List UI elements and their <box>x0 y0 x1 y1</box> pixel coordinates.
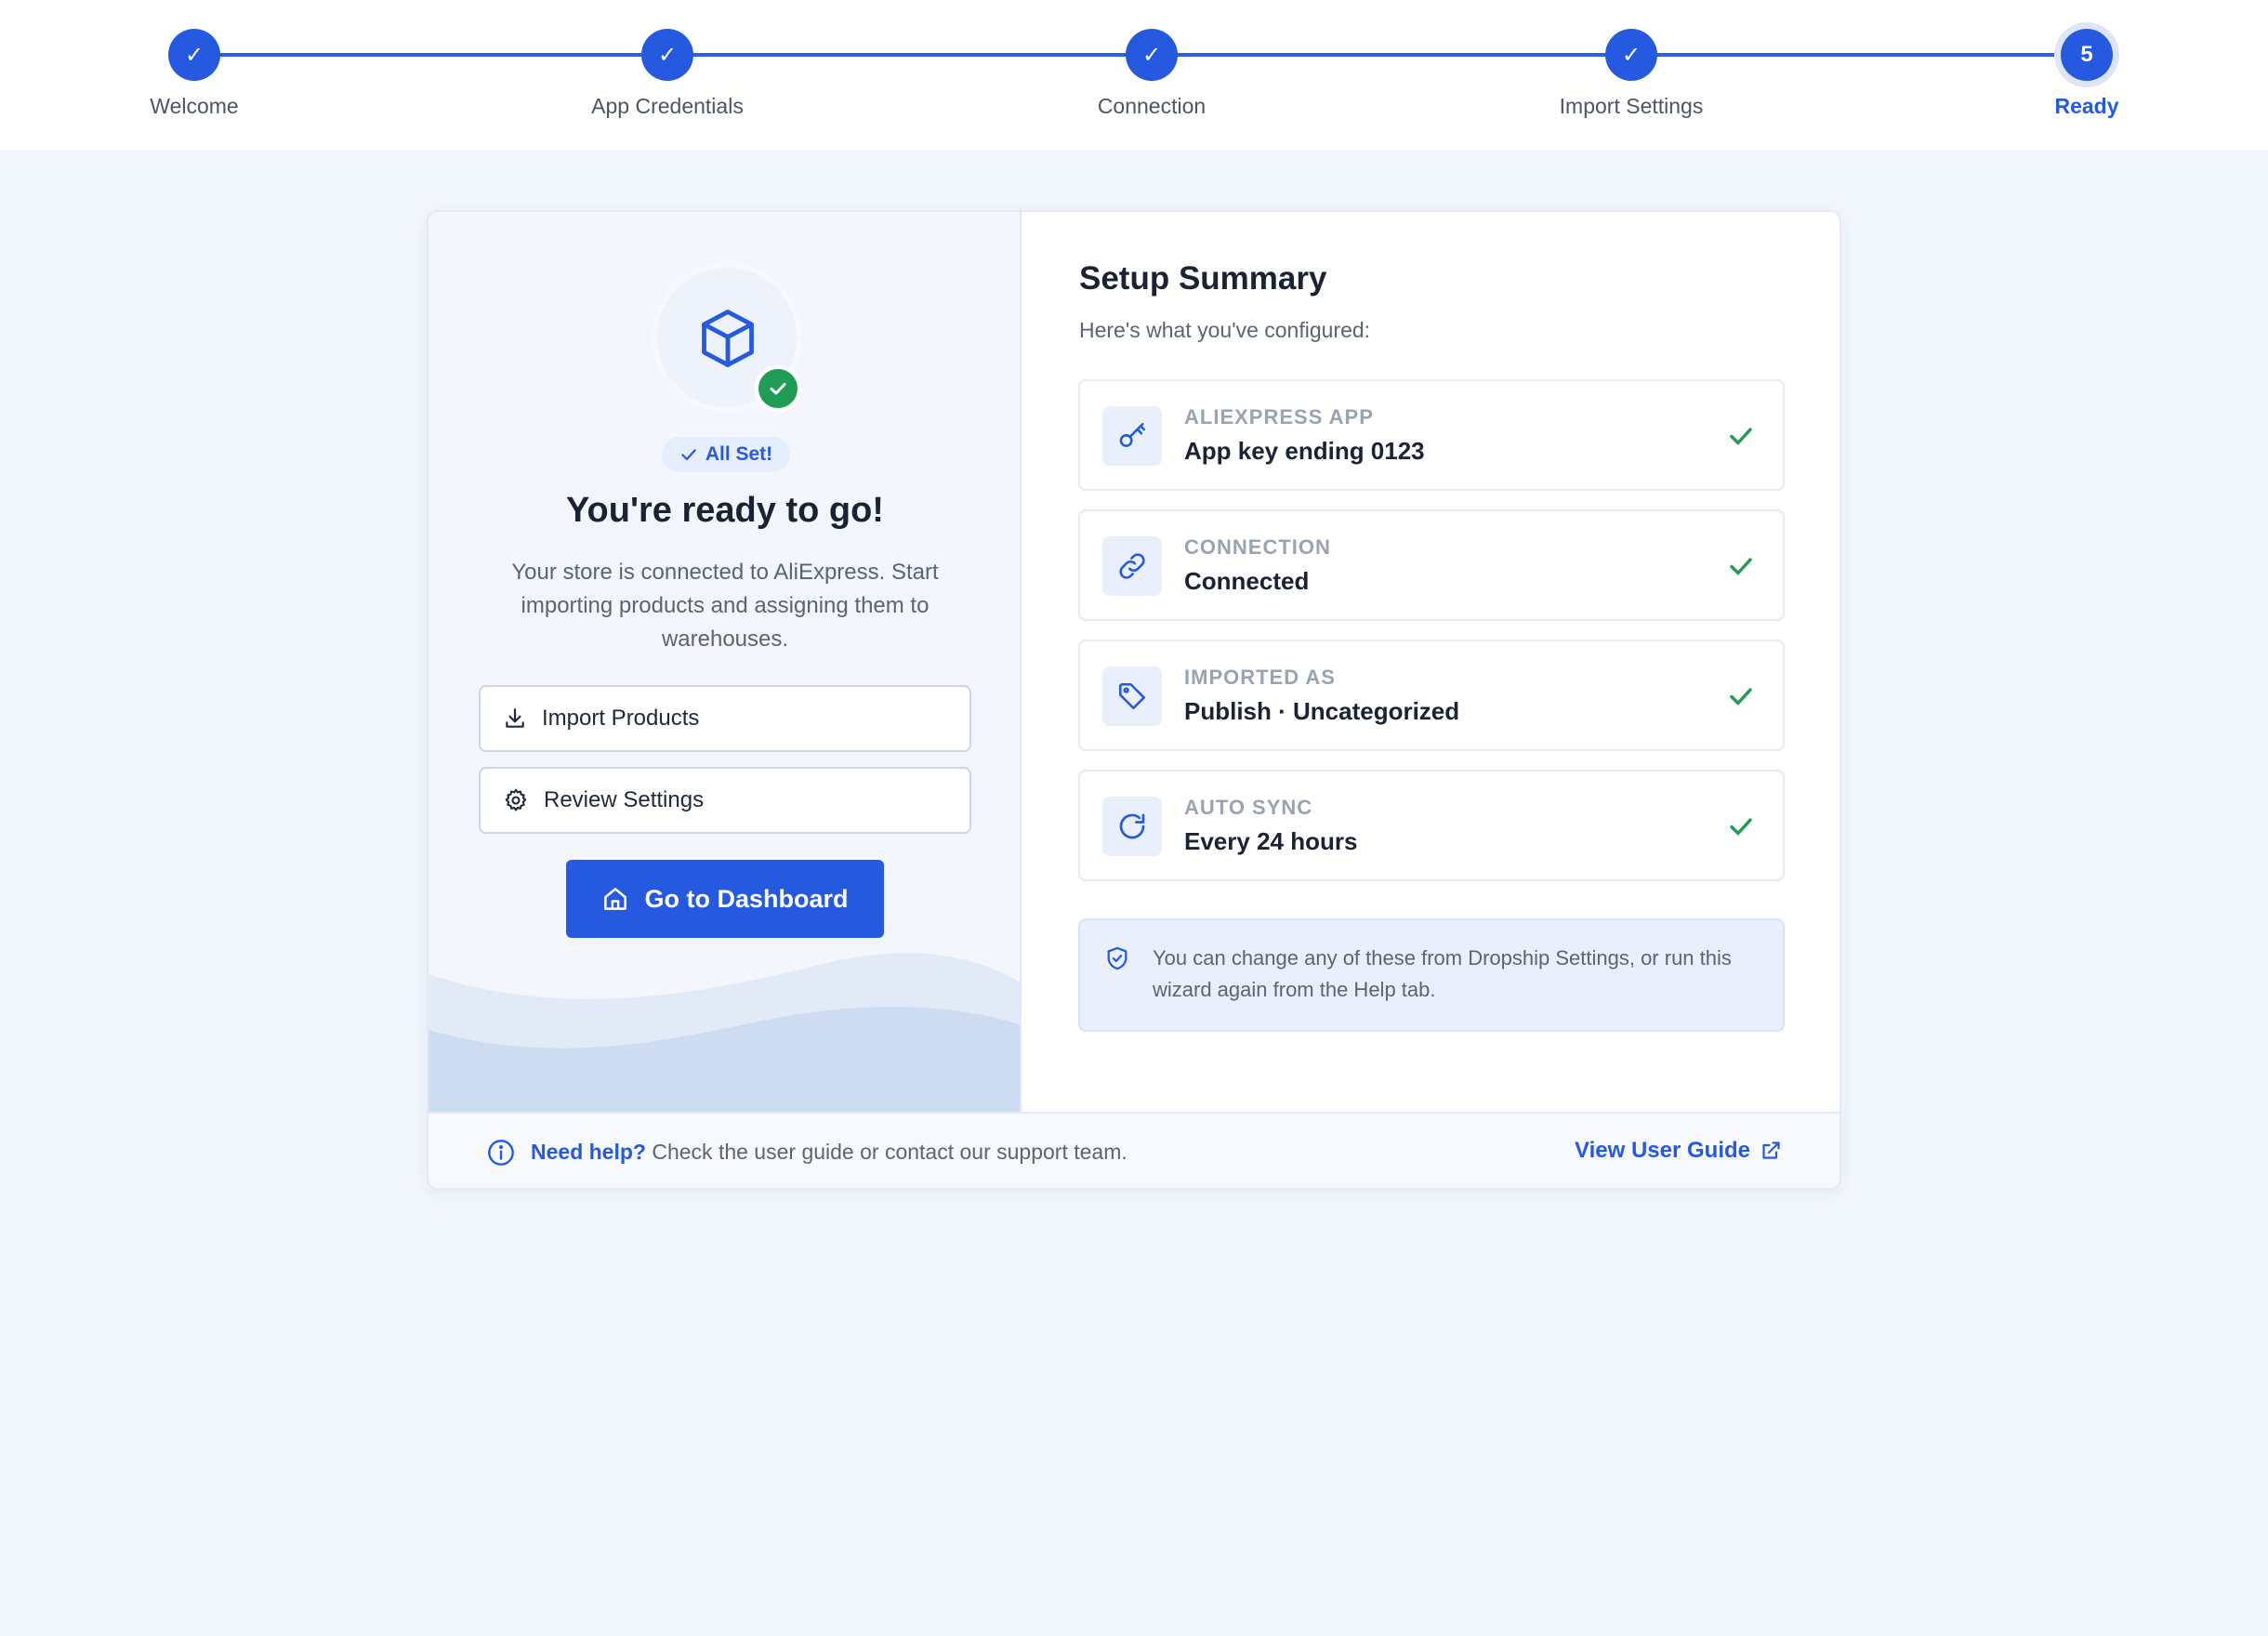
setup-complete-card: All Set! You're ready to go! Your store … <box>427 210 1841 1190</box>
step-import-settings[interactable]: ✓ Import Settings <box>1492 29 1771 119</box>
help-text: Need help? Check the user guide or conta… <box>531 1140 1127 1165</box>
external-link-icon <box>1762 1141 1780 1159</box>
summary-item-key: CONNECTION <box>1184 535 1331 559</box>
package-box-icon <box>702 310 754 367</box>
go-to-dashboard-button[interactable]: Go to Dashboard <box>566 860 884 938</box>
step-number: 5 <box>2061 29 2113 81</box>
step-welcome[interactable]: ✓ Welcome <box>55 29 334 119</box>
all-set-label: All Set! <box>705 443 773 465</box>
step-label: Connection <box>1097 94 1207 118</box>
view-user-guide-label: View User Guide <box>1575 1138 1750 1163</box>
step-ready[interactable]: 5 Ready <box>1947 29 2226 119</box>
ready-description: Your store is connected to AliExpress. S… <box>511 560 939 652</box>
check-circle-icon <box>755 365 801 412</box>
step-check-icon: ✓ <box>168 29 220 81</box>
summary-item-value: Every 24 hours <box>1184 827 1358 855</box>
info-icon <box>488 1140 514 1166</box>
check-icon <box>1730 818 1752 836</box>
check-icon <box>1730 428 1752 445</box>
settings-note-text: You can change any of these from Dropshi… <box>1153 946 1732 1001</box>
help-description: Check the user guide or contact our supp… <box>645 1140 1127 1164</box>
link-icon <box>1102 536 1162 596</box>
review-settings-button[interactable]: Review Settings <box>479 767 971 834</box>
wizard-stepper: ✓ Welcome ✓ App Credentials ✓ Connection… <box>0 0 2268 151</box>
ready-panel: All Set! You're ready to go! Your store … <box>429 212 1022 1112</box>
summary-item-value: Connected <box>1184 567 1310 595</box>
shield-check-icon <box>1107 946 1127 970</box>
summary-item-connection: CONNECTION Connected <box>1078 509 1785 621</box>
all-set-badge: All Set! <box>662 437 790 472</box>
view-user-guide-link[interactable]: View User Guide <box>1575 1138 1782 1164</box>
gear-icon <box>505 788 527 811</box>
go-to-dashboard-label: Go to Dashboard <box>644 884 849 913</box>
summary-subtitle: Here's what you've configured: <box>1079 318 1371 342</box>
download-icon <box>506 708 524 728</box>
step-check-icon: ✓ <box>641 29 693 81</box>
refresh-icon <box>1102 797 1162 856</box>
step-label: App Credentials <box>591 94 744 118</box>
step-app-credentials[interactable]: ✓ App Credentials <box>528 29 807 119</box>
summary-title: Setup Summary <box>1079 260 1327 297</box>
import-products-label: Import Products <box>542 706 700 731</box>
setup-summary-panel: Setup Summary Here's what you've configu… <box>1022 212 1839 1112</box>
step-connection[interactable]: ✓ Connection <box>1012 29 1291 119</box>
home-icon <box>604 888 627 910</box>
summary-item-value: Publish · Uncategorized <box>1184 697 1460 725</box>
tag-icon <box>1102 666 1162 726</box>
decorative-waves <box>429 953 1020 1112</box>
ready-title: You're ready to go! <box>566 491 884 530</box>
summary-item-key: ALIEXPRESS APP <box>1184 405 1374 429</box>
settings-note: You can change any of these from Dropshi… <box>1078 918 1785 1032</box>
summary-item-key: IMPORTED AS <box>1184 666 1336 689</box>
summary-item-auto-sync: AUTO SYNC Every 24 hours <box>1078 770 1785 881</box>
step-label: Import Settings <box>1559 94 1704 118</box>
step-check-icon: ✓ <box>1126 29 1178 81</box>
key-icon <box>1102 406 1162 466</box>
import-products-button[interactable]: Import Products <box>479 685 971 752</box>
step-check-icon: ✓ <box>1605 29 1657 81</box>
step-label: Ready <box>2054 94 2119 118</box>
step-label: Welcome <box>150 94 239 118</box>
check-icon <box>1730 558 1752 575</box>
check-icon <box>681 449 696 461</box>
summary-item-value: App key ending 0123 <box>1184 437 1425 465</box>
check-icon <box>1730 688 1752 706</box>
summary-item-aliexpress-app: ALIEXPRESS APP App key ending 0123 <box>1078 379 1785 491</box>
review-settings-label: Review Settings <box>544 787 705 812</box>
help-footer: Need help? Check the user guide or conta… <box>429 1112 1839 1188</box>
summary-item-key: AUTO SYNC <box>1184 796 1313 819</box>
summary-item-imported-as: IMPORTED AS Publish · Uncategorized <box>1078 640 1785 751</box>
need-help-label: Need help? <box>531 1140 646 1164</box>
